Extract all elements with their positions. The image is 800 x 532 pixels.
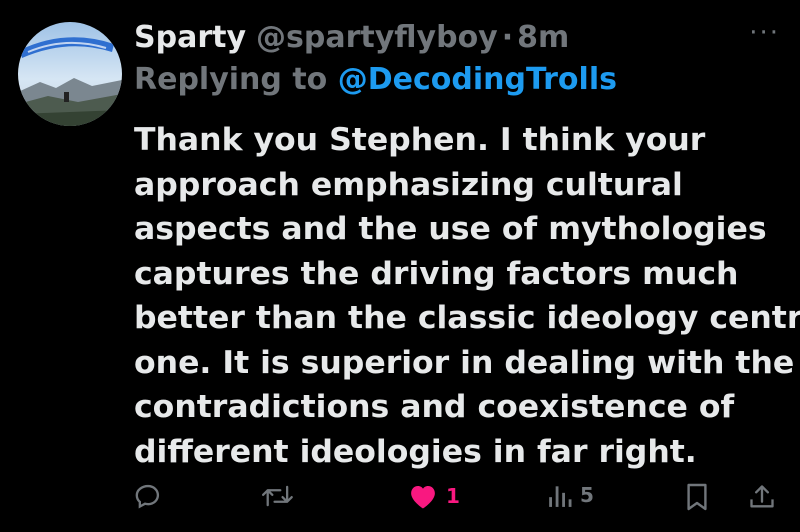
replying-to-label: Replying to (134, 62, 328, 97)
like-button[interactable]: 1 (408, 482, 460, 510)
tweet-text-line: approach emphasizing cultural (134, 166, 683, 203)
reply-icon (135, 484, 160, 509)
author-handle[interactable]: @spartyflyboy (256, 20, 498, 55)
separator-dot: · (501, 19, 514, 55)
tweet-text: Thank you Stephen. I think your approach… (134, 118, 800, 474)
author-name[interactable]: Sparty (134, 20, 246, 55)
views-icon (549, 486, 572, 507)
tweet-text-line: captures the driving factors much (134, 255, 739, 292)
retweet-button[interactable] (262, 482, 294, 510)
tweet-header: Sparty @spartyflyboy · 8m (134, 14, 800, 60)
reply-handle-link[interactable]: @DecodingTrolls (338, 62, 617, 97)
tweet-text-line: different ideologies in far right. (134, 433, 697, 470)
tweet-text-line: Thank you Stephen. I think your (134, 122, 706, 158)
share-button[interactable] (748, 482, 776, 512)
action-bar: 1 5 (0, 478, 800, 522)
replying-to: Replying to @DecodingTrolls (134, 62, 617, 97)
views-count: 5 (580, 483, 594, 507)
views-button[interactable]: 5 (548, 482, 594, 508)
like-count: 1 (446, 484, 460, 508)
share-icon (750, 485, 774, 508)
heart-icon (411, 486, 435, 509)
more-horizontal-icon[interactable]: ··· (749, 20, 780, 46)
reply-button[interactable] (134, 482, 162, 510)
tweet-text-line: contradictions and coexistence of (134, 389, 735, 425)
retweet-icon (262, 485, 293, 507)
avatar-image (18, 22, 122, 126)
avatar[interactable] (18, 22, 122, 126)
tweet-text-line: aspects and the use of mythologies (134, 211, 767, 247)
tweet-text-line: better than the classic ideology centric (134, 300, 800, 336)
bookmark-icon (687, 483, 707, 511)
tweet-text-line: one. It is superior in dealing with the (134, 344, 795, 381)
bookmark-button[interactable] (685, 482, 709, 512)
timestamp[interactable]: 8m (517, 20, 569, 55)
